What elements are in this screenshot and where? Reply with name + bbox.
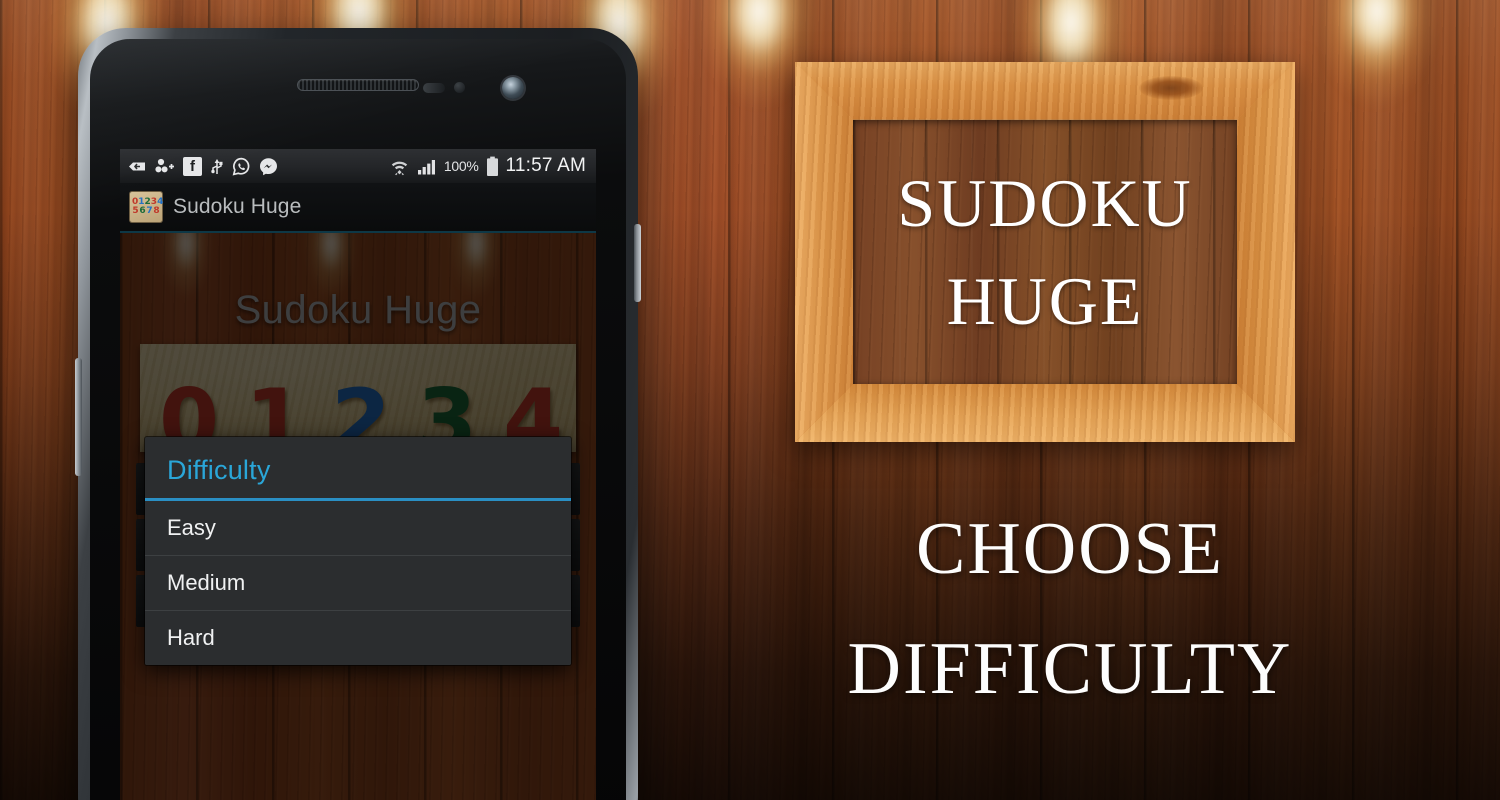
- app-action-bar: 01234 5678 Sudoku Huge: [120, 183, 596, 231]
- android-status-bar: f 100% 11:57 AM: [120, 149, 596, 183]
- volume-button[interactable]: [75, 358, 82, 476]
- promo-title-line-2: HUGE: [946, 263, 1144, 339]
- promo-caption-line-2: DIFFICULTY: [847, 628, 1293, 710]
- battery-percent-label: 100%: [443, 158, 479, 174]
- promo-caption-line-1: CHOOSE: [915, 508, 1225, 590]
- usb-icon: [211, 158, 223, 174]
- signal-bars-icon: [417, 159, 435, 174]
- download-icon: [129, 162, 145, 170]
- frame-right-stile: [1237, 62, 1295, 442]
- frame-left-stile: [795, 62, 853, 442]
- status-bar-system-icons: 100% 11:57 AM: [389, 155, 586, 177]
- app-screen: f 100% 11:57 AM 0 1 2 3 4 5 6 7 8 Sudoku…: [120, 149, 596, 800]
- difficulty-option-list: Easy Medium Hard: [145, 501, 571, 665]
- difficulty-option-easy[interactable]: Easy: [145, 501, 571, 555]
- light-sensor-icon: [454, 82, 465, 93]
- google-plus-icon: [155, 158, 174, 172]
- messenger-icon: [260, 157, 277, 175]
- whatsapp-icon: [232, 157, 250, 176]
- difficulty-option-medium[interactable]: Medium: [145, 555, 571, 610]
- frame-top-rail: [795, 62, 1295, 120]
- difficulty-option-hard[interactable]: Hard: [145, 610, 571, 665]
- frame-wood-knot: [1139, 76, 1203, 100]
- app-icon: 01234 5678: [130, 192, 163, 222]
- battery-full-icon: [486, 156, 498, 176]
- promo-title-line-1: SUDOKU: [897, 165, 1193, 241]
- action-bar-title: Sudoku Huge: [173, 195, 302, 218]
- app-icon-digits-bottom: 5678: [132, 206, 160, 216]
- wooden-picture-frame: SUDOKU HUGE: [795, 62, 1295, 442]
- clock-label: 11:57 AM: [505, 155, 586, 176]
- frame-bottom-rail: [795, 384, 1295, 442]
- earpiece-speaker: [297, 79, 419, 91]
- phone-mockup: f 100% 11:57 AM 0 1 2 3 4 5 6 7 8 Sudoku…: [75, 28, 641, 800]
- wifi-icon: [391, 161, 408, 175]
- difficulty-dialog: Difficulty Easy Medium Hard: [145, 437, 571, 665]
- front-camera-icon: [502, 77, 524, 99]
- dialog-title: Difficulty: [167, 455, 271, 485]
- status-bar-notification-icons: f: [128, 156, 278, 176]
- frame-inner-panel: SUDOKU HUGE: [853, 120, 1237, 384]
- facebook-icon: f: [183, 156, 202, 176]
- phone-screen-glass: f 100% 11:57 AM 0 1 2 3 4 5 6 7 8 Sudoku…: [90, 39, 626, 800]
- promo-panel: SUDOKU HUGE CHOOSE DIFFICULTY: [640, 0, 1500, 800]
- proximity-sensor-icon: [423, 83, 445, 93]
